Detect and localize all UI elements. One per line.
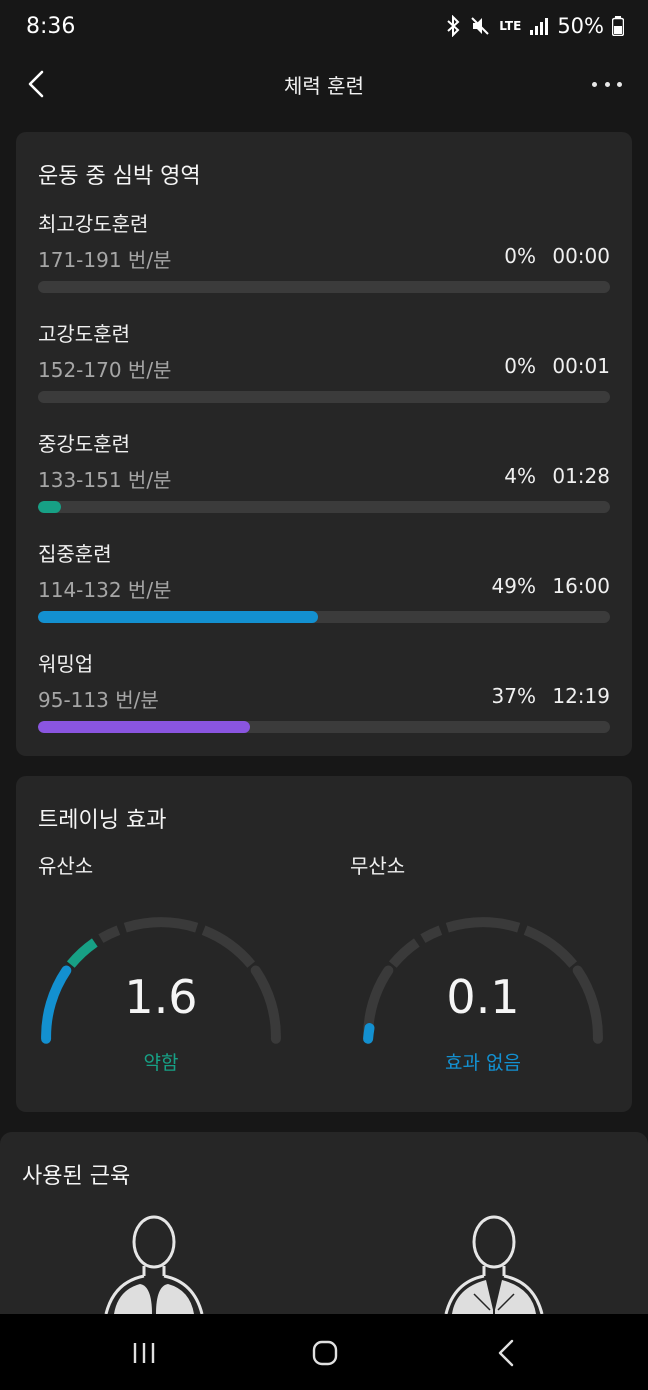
anaerobic-label: 무산소 — [350, 854, 406, 878]
recent-apps-icon[interactable] — [128, 1336, 162, 1370]
zone-range: 152-170 번/분 — [38, 358, 172, 382]
zone-name: 고강도훈련 — [38, 322, 130, 346]
body-back-icon — [444, 1215, 544, 1314]
zone-name: 워밍업 — [38, 652, 94, 676]
system-nav-bar — [0, 1314, 648, 1390]
zone-percent: 49% — [491, 574, 536, 598]
zone-range: 171-191 번/분 — [38, 248, 172, 272]
zone-progress-fill — [38, 501, 61, 513]
zone-percent: 4% — [504, 464, 536, 488]
aerobic-value: 1.6 — [124, 970, 198, 1024]
zone-percent: 0% — [504, 244, 536, 268]
anaerobic-level: 효과 없음 — [445, 1052, 521, 1074]
mute-icon — [471, 17, 489, 35]
aerobic-gauge: 유산소 1.6 약함 — [16, 842, 306, 1092]
app-bar: 체력 훈련 — [0, 56, 648, 122]
zone-name: 집중훈련 — [38, 542, 112, 566]
zone-row: 최고강도훈련 171-191 번/분 0% 00:00 — [38, 208, 610, 308]
zone-time: 00:01 — [552, 354, 610, 378]
zone-row: 워밍업 95-113 번/분 37% 12:19 — [38, 648, 610, 748]
zone-percent: 0% — [504, 354, 536, 378]
zone-progress-track — [38, 391, 610, 403]
zone-name: 중강도훈련 — [38, 432, 130, 456]
zone-progress-track — [38, 501, 610, 513]
zones-card-title: 운동 중 심박 영역 — [38, 164, 201, 189]
training-card-title: 트레이닝 효과 — [38, 808, 167, 833]
zone-row: 중강도훈련 133-151 번/분 4% 01:28 — [38, 428, 610, 528]
zone-time: 00:00 — [552, 244, 610, 268]
status-icons: LTE 50% — [445, 14, 624, 38]
zone-row: 집중훈련 114-132 번/분 49% 16:00 — [38, 538, 610, 638]
bluetooth-icon — [447, 15, 460, 37]
zone-time: 12:19 — [552, 684, 610, 708]
training-effect-card: 트레이닝 효과 유산소 1.6 약함 무산소 0.1 효과 없음 — [16, 776, 632, 1112]
body-front-icon — [104, 1215, 204, 1314]
system-back-icon[interactable] — [490, 1336, 524, 1370]
zone-progress-track — [38, 611, 610, 623]
zone-progress-track — [38, 721, 610, 733]
zone-progress-track — [38, 281, 610, 293]
zone-percent: 37% — [491, 684, 536, 708]
zone-row: 고강도훈련 152-170 번/분 0% 00:01 — [38, 318, 610, 418]
zone-time: 01:28 — [552, 464, 610, 488]
page-title: 체력 훈련 — [284, 74, 364, 98]
network-type: LTE — [499, 19, 522, 33]
zone-range: 133-151 번/분 — [38, 468, 172, 492]
zone-range: 114-132 번/분 — [38, 578, 172, 602]
heart-rate-zones-card: 운동 중 심박 영역 최고강도훈련 171-191 번/분 0% 00:00 고… — [16, 132, 632, 756]
aerobic-label: 유산소 — [38, 854, 94, 878]
aerobic-level: 약함 — [143, 1052, 179, 1074]
status-bar: 8:36 LTE 50% — [0, 0, 648, 56]
status-time: 8:36 — [26, 14, 76, 39]
zone-time: 16:00 — [552, 574, 610, 598]
muscles-card-title: 사용된 근육 — [22, 1164, 131, 1189]
zone-progress-fill — [38, 721, 250, 733]
more-options-icon[interactable] — [592, 69, 622, 99]
anaerobic-gauge: 무산소 0.1 효과 없음 — [328, 842, 618, 1092]
muscles-used-card: 사용된 근육 — [0, 1132, 648, 1332]
anaerobic-value: 0.1 — [446, 970, 520, 1024]
zone-progress-fill — [38, 611, 319, 623]
battery-percent: 50% — [557, 14, 604, 38]
zone-name: 최고강도훈련 — [38, 212, 149, 236]
home-icon[interactable] — [308, 1336, 342, 1370]
zone-range: 95-113 번/분 — [38, 688, 159, 712]
signal-icon — [530, 18, 549, 35]
battery-icon — [612, 16, 624, 36]
